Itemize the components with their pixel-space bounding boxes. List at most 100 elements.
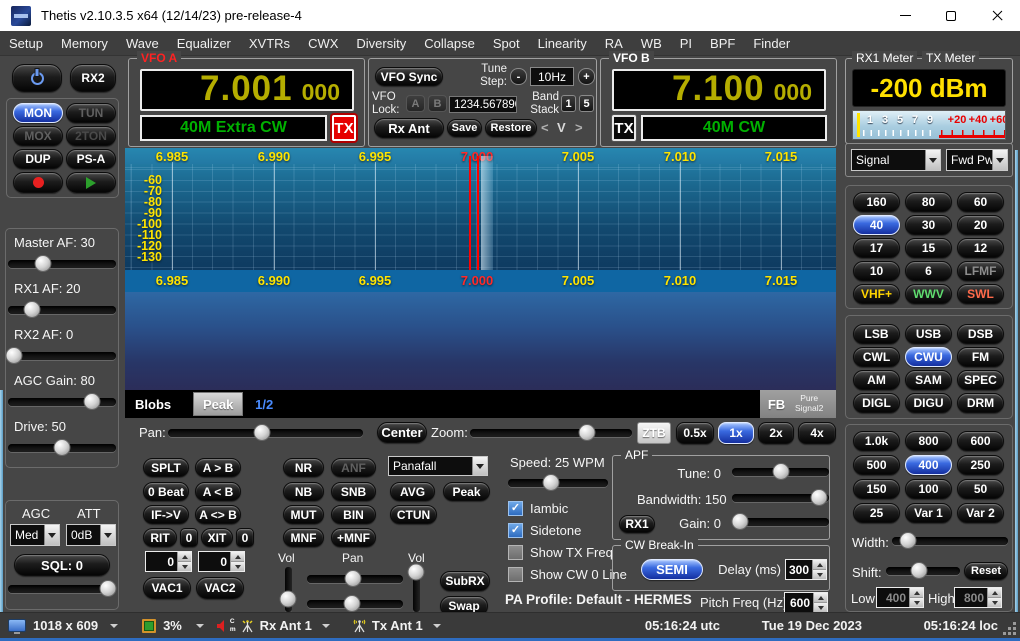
save-button[interactable]: Save <box>447 119 482 137</box>
mode-fm-button[interactable]: FM <box>957 347 1004 367</box>
two-tone-button[interactable]: 2TON <box>66 126 116 146</box>
menu-memory[interactable]: Memory <box>52 36 117 51</box>
if-to-v-button[interactable]: IF->V <box>143 505 189 524</box>
mode-cwu-button[interactable]: CWU <box>905 347 952 367</box>
filter-150-button[interactable]: 150 <box>853 479 900 499</box>
ztb-button[interactable]: ZTB <box>637 422 671 444</box>
rx-ant-button[interactable]: Rx Ant <box>374 118 444 138</box>
spin-down-icon[interactable] <box>988 598 1001 607</box>
semi-button[interactable]: SEMI <box>641 559 703 580</box>
splt-button[interactable]: SPLT <box>143 458 189 477</box>
mox-button[interactable]: MOX <box>13 126 63 146</box>
menu-xvtrs[interactable]: XVTRs <box>240 36 299 51</box>
spin-down-icon[interactable] <box>231 562 244 571</box>
rx2-button[interactable]: RX2 <box>70 64 116 92</box>
frequency-entry-field[interactable]: 1234.567890 <box>449 96 517 113</box>
band-swl-button[interactable]: SWL <box>957 284 1004 304</box>
menu-equalizer[interactable]: Equalizer <box>168 36 240 51</box>
vfo-lock-b-button[interactable]: B <box>428 95 447 112</box>
sql-slider[interactable] <box>8 580 116 598</box>
agc-combo[interactable]: Med <box>10 524 60 546</box>
show-tx-freq-checkbox[interactable]: Show TX Freq <box>508 545 613 560</box>
chevron-down-icon[interactable] <box>196 624 204 628</box>
avg-button[interactable]: AVG <box>390 482 435 501</box>
filter-passband[interactable] <box>481 156 493 270</box>
vfo-sync-button[interactable]: VFO Sync <box>375 67 443 86</box>
menu-bpf[interactable]: BPF <box>701 36 744 51</box>
panadapter-display[interactable]: 6.985 6.990 6.995 7.000 7.005 7.010 7.01… <box>125 148 836 390</box>
mnf-button[interactable]: MNF <box>283 528 324 547</box>
pitch-freq-spinner[interactable]: 600 <box>784 592 828 613</box>
vac1-button[interactable]: VAC1 <box>143 577 191 599</box>
rit-zero-button[interactable]: 0 <box>180 528 198 547</box>
chevron-down-icon[interactable] <box>110 624 118 628</box>
filter-500-button[interactable]: 500 <box>853 455 900 475</box>
zoom-2x-button[interactable]: 2x <box>758 422 794 444</box>
a-swap-b-button[interactable]: A <> B <box>195 505 241 524</box>
band-prev-button[interactable]: < <box>541 120 549 135</box>
band-160-button[interactable]: 160 <box>853 192 900 212</box>
band-40-button[interactable]: 40 <box>853 215 900 235</box>
sql-button[interactable]: SQL: 0 <box>14 554 110 576</box>
plus-mnf-button[interactable]: +MNF <box>331 528 376 547</box>
resize-grip[interactable] <box>1004 623 1017 636</box>
drive-slider[interactable] <box>8 439 116 457</box>
spin-up-icon[interactable] <box>988 588 1001 598</box>
center-button[interactable]: Center <box>377 422 427 443</box>
left-edge-strip[interactable] <box>0 390 3 612</box>
spin-down-icon[interactable] <box>178 562 191 571</box>
mode-spec-button[interactable]: SPEC <box>957 370 1004 390</box>
rx-meter-combo[interactable]: Signal <box>851 149 941 171</box>
iambic-checkbox[interactable]: Iambic <box>508 501 568 516</box>
zoom-05x-button[interactable]: 0.5x <box>676 422 714 444</box>
vfo-a-tx-indicator[interactable]: TX <box>332 115 356 141</box>
maximize-button[interactable] <box>928 0 974 31</box>
apf-bandwidth-slider[interactable] <box>732 489 829 507</box>
band-20-button[interactable]: 20 <box>957 215 1004 235</box>
menu-ra[interactable]: RA <box>596 36 632 51</box>
band-stack-1-button[interactable]: 1 <box>561 95 576 112</box>
spin-up-icon[interactable] <box>910 588 923 598</box>
rx2-af-slider[interactable] <box>8 347 116 365</box>
shift-slider[interactable] <box>886 562 960 580</box>
rx1-af-slider[interactable] <box>8 301 116 319</box>
mon-button[interactable]: MON <box>13 103 63 123</box>
mode-am-button[interactable]: AM <box>853 370 900 390</box>
zero-beat-button[interactable]: 0 Beat <box>143 482 189 501</box>
band-60-button[interactable]: 60 <box>957 192 1004 212</box>
high-spinner[interactable]: 800 <box>954 587 1002 608</box>
band-vhf-button[interactable]: VHF+ <box>853 284 900 304</box>
mode-digl-button[interactable]: DIGL <box>853 393 900 413</box>
menu-diversity[interactable]: Diversity <box>347 36 415 51</box>
tx-meter-combo[interactable]: Fwd Pwr <box>946 149 1008 171</box>
bin-button[interactable]: BIN <box>331 505 376 524</box>
master-af-slider[interactable] <box>8 255 116 273</box>
spin-down-icon[interactable] <box>813 570 826 579</box>
pan2-slider[interactable] <box>307 595 403 613</box>
menu-linearity[interactable]: Linearity <box>529 36 596 51</box>
band-stack-5-button[interactable]: 5 <box>579 95 594 112</box>
sidetone-checkbox[interactable]: Sidetone <box>508 523 581 538</box>
filter-250-button[interactable]: 250 <box>957 455 1004 475</box>
nb-button[interactable]: NB <box>283 482 324 501</box>
nr-button[interactable]: NR <box>283 458 324 477</box>
band-30-button[interactable]: 30 <box>905 215 952 235</box>
power-button[interactable] <box>12 64 62 92</box>
agc-gain-slider[interactable] <box>8 393 116 411</box>
apf-rx1-button[interactable]: RX1 <box>619 515 655 533</box>
close-button[interactable] <box>974 0 1020 31</box>
filter-600-button[interactable]: 600 <box>957 431 1004 451</box>
filter-100-button[interactable]: 100 <box>905 479 952 499</box>
tune-step-minus-button[interactable]: - <box>510 68 527 85</box>
menu-finder[interactable]: Finder <box>744 36 799 51</box>
spin-up-icon[interactable] <box>814 593 827 603</box>
vfo-b-tx-indicator[interactable]: TX <box>612 115 636 141</box>
tune-step-plus-button[interactable]: + <box>578 68 595 85</box>
pan-slider[interactable] <box>168 424 363 442</box>
zoom-slider[interactable] <box>470 424 632 442</box>
vol1-slider[interactable] <box>279 567 297 612</box>
xit-zero-button[interactable]: 0 <box>236 528 254 547</box>
tun-button[interactable]: TUN <box>66 103 116 123</box>
menu-setup[interactable]: Setup <box>0 36 52 51</box>
b-to-a-button[interactable]: A < B <box>195 482 241 501</box>
